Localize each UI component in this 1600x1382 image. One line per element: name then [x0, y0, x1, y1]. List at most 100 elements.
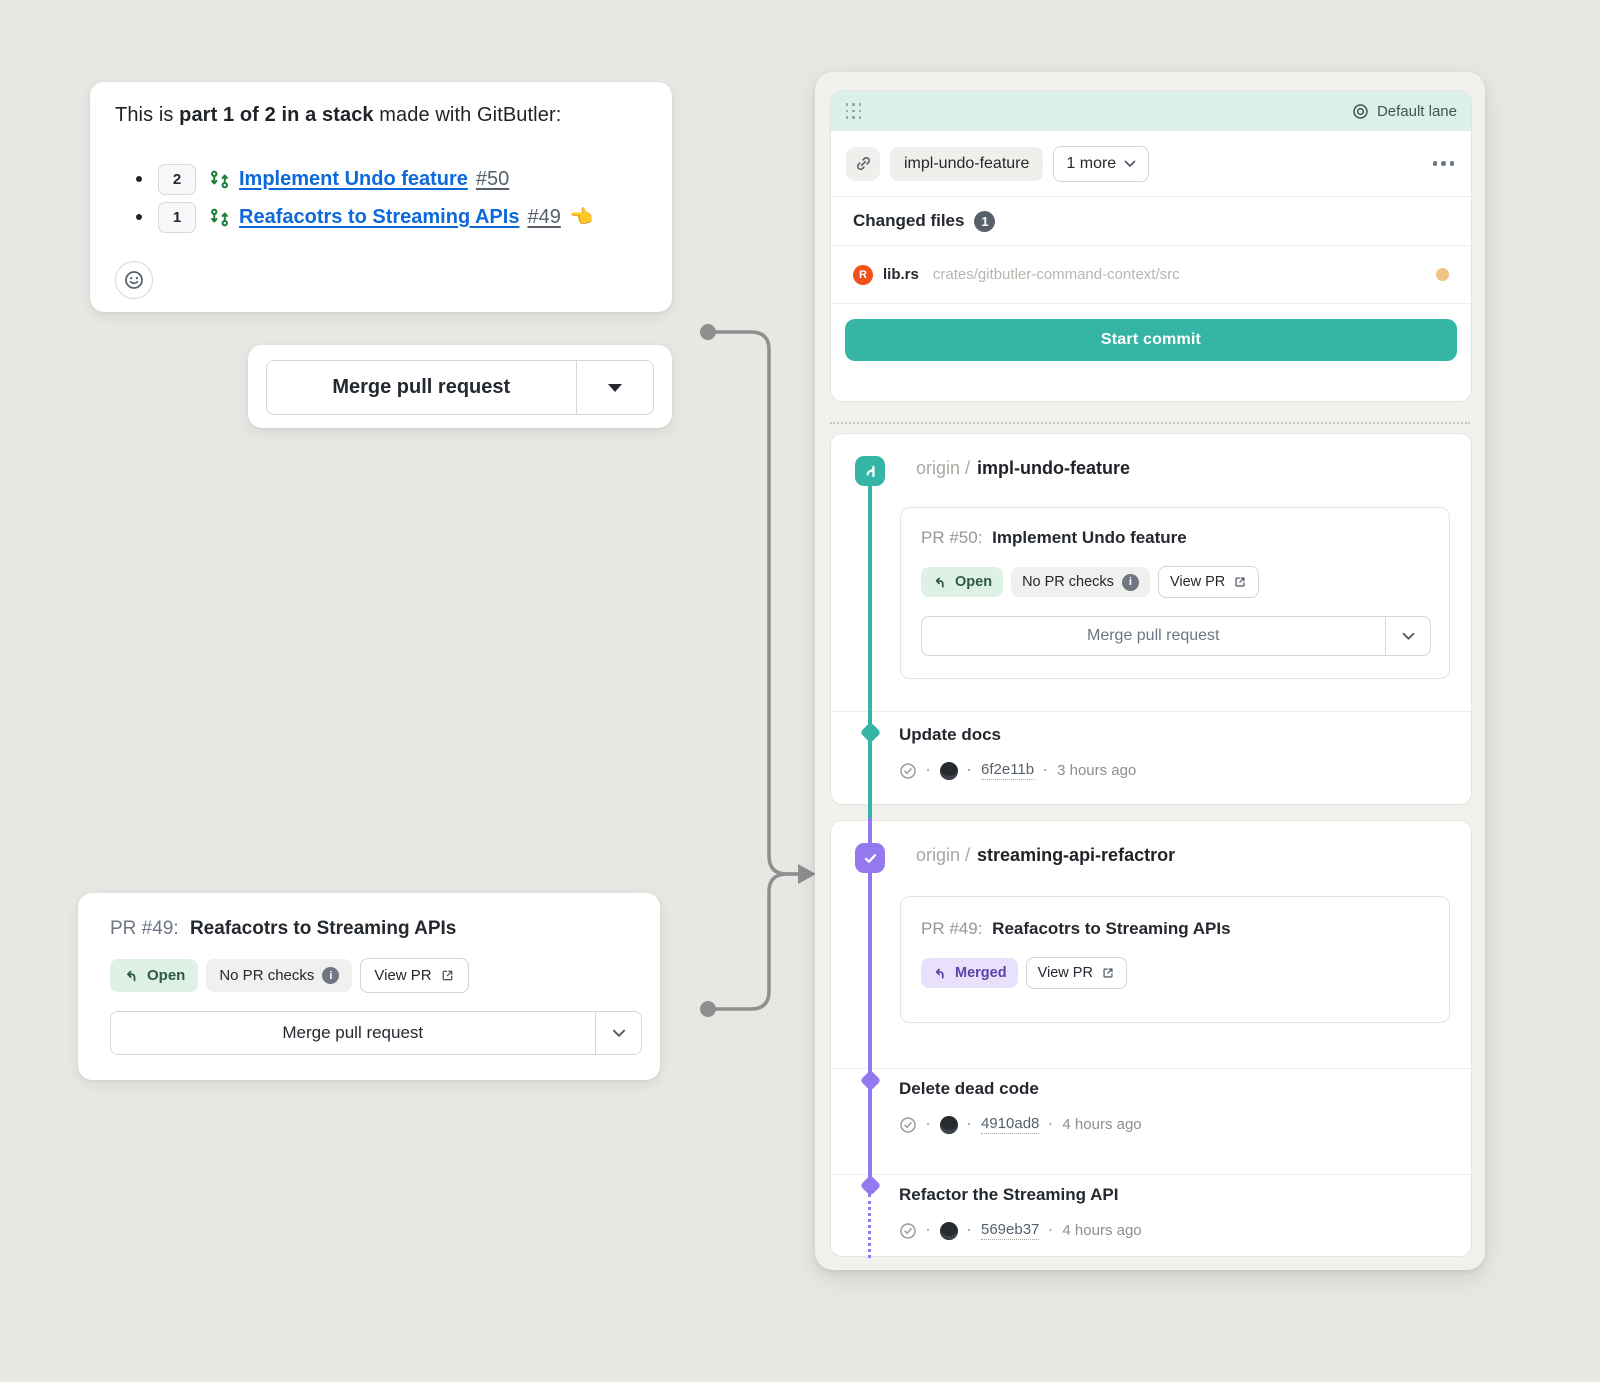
- view-pr-button[interactable]: View PR: [360, 958, 468, 993]
- merge-pull-request-split-button[interactable]: Merge pull request: [266, 360, 654, 415]
- branch-selector-row: impl-undo-feature 1 more: [831, 131, 1471, 197]
- branch-header: origin / streaming-api-refactror: [916, 845, 1175, 866]
- dotted-separator: [830, 422, 1470, 424]
- merged-badge-label: Merged: [955, 965, 1007, 981]
- branch-card-streaming-api-refactror: origin / streaming-api-refactror PR #49:…: [830, 820, 1472, 1257]
- status-badge-open: Open: [110, 959, 198, 992]
- merge-options-dropdown[interactable]: [577, 361, 653, 414]
- drag-handle[interactable]: [845, 103, 862, 120]
- pr-badges-row: Open No PR checks View PR: [110, 958, 469, 993]
- merge-options-dropdown[interactable]: [596, 1012, 641, 1054]
- external-link-icon: [1233, 575, 1247, 589]
- dot-separator: [926, 1222, 931, 1239]
- pointer-left-emoji: 👈: [570, 205, 594, 229]
- timeline-line-teal: [868, 470, 872, 818]
- dot-separator: [967, 762, 972, 779]
- info-icon: [1122, 574, 1139, 591]
- view-pr-button[interactable]: View PR: [1026, 957, 1127, 989]
- more-branches-dropdown[interactable]: 1 more: [1053, 146, 1149, 182]
- pr-card-title: PR #49: Reafacotrs to Streaming APIs: [110, 918, 456, 940]
- pr-50-inner-card: PR #50: Implement Undo feature Open No P…: [900, 507, 1450, 679]
- checks-badge-label: No PR checks: [219, 967, 314, 984]
- status-badge-checks: No PR checks: [206, 959, 352, 992]
- chevron-down-icon: [1124, 160, 1136, 168]
- pr-number-50[interactable]: #50: [476, 168, 509, 191]
- row-divider: [831, 711, 1471, 712]
- stack-list-item: 1 Reafacotrs to Streaming APIs #49 👈: [114, 200, 594, 234]
- bullet-dot: [136, 214, 142, 220]
- check-circle-icon: [899, 762, 917, 780]
- pr-title: Implement Undo feature: [992, 528, 1187, 547]
- commit-hash-link[interactable]: 569eb37: [981, 1221, 1039, 1240]
- pr-link-49[interactable]: Reafacotrs to Streaming APIs: [239, 206, 519, 229]
- more-options-button[interactable]: [1431, 155, 1457, 172]
- chain-link-icon[interactable]: [846, 147, 880, 181]
- stack-list-item: 2 Implement Undo feature #50: [114, 162, 518, 196]
- caret-down-icon: [608, 384, 622, 392]
- pr-number-label: PR #50:: [921, 528, 982, 547]
- remote-label: origin /: [916, 845, 970, 866]
- stack-position-badge: 1: [158, 202, 196, 233]
- row-divider: [831, 1068, 1471, 1069]
- status-badge-checks: No PR checks: [1011, 567, 1150, 597]
- branch-card-impl-undo-feature: origin / impl-undo-feature PR #50: Imple…: [830, 433, 1472, 805]
- merge-pull-request-split-button[interactable]: Merge pull request: [110, 1011, 642, 1055]
- row-divider: [831, 1174, 1471, 1175]
- merge-pull-request-button[interactable]: Merge pull request: [922, 617, 1385, 655]
- lane-header-right: Default lane: [1352, 103, 1457, 120]
- merge-button-label: Merge pull request: [332, 376, 510, 399]
- changed-files-label: Changed files: [853, 211, 964, 231]
- merge-popup-card: Merge pull request: [248, 345, 672, 428]
- connector-arrowhead: [798, 864, 816, 884]
- commit-time: 4 hours ago: [1062, 1222, 1141, 1239]
- view-pr-label: View PR: [374, 967, 431, 984]
- pr-link-50[interactable]: Implement Undo feature: [239, 168, 468, 191]
- author-avatar: [940, 1116, 958, 1134]
- target-icon: [1352, 103, 1369, 120]
- file-name: lib.rs: [883, 266, 919, 283]
- pr-card-title: PR #49: Reafacotrs to Streaming APIs: [921, 919, 1231, 939]
- merge-options-dropdown[interactable]: [1386, 617, 1430, 655]
- lane-name-label: Default lane: [1377, 103, 1457, 120]
- view-pr-label: View PR: [1038, 965, 1093, 981]
- stack-comment-text: This is part 1 of 2 in a stack made with…: [115, 104, 561, 127]
- gitbutler-stack-overview: This is part 1 of 2 in a stack made with…: [0, 0, 1600, 1382]
- stacked-pr-icon: [209, 169, 230, 190]
- pr-merged-icon: [932, 966, 947, 981]
- branch-name: impl-undo-feature: [977, 458, 1130, 479]
- remote-label: origin /: [916, 458, 970, 479]
- view-pr-label: View PR: [1170, 574, 1225, 590]
- merge-pull-request-button[interactable]: Merge pull request: [267, 361, 576, 414]
- pr-card-title: PR #50: Implement Undo feature: [921, 528, 1187, 548]
- merge-pull-request-split-button[interactable]: Merge pull request: [921, 616, 1431, 656]
- dot-separator: [1048, 1116, 1053, 1133]
- commit-meta-row: 4910ad8 4 hours ago: [899, 1115, 1142, 1134]
- add-reaction-button[interactable]: [115, 261, 153, 299]
- author-avatar: [940, 1222, 958, 1240]
- merge-pull-request-button[interactable]: Merge pull request: [111, 1012, 595, 1054]
- start-commit-button[interactable]: Start commit: [845, 319, 1457, 361]
- commit-hash-link[interactable]: 4910ad8: [981, 1115, 1039, 1134]
- branch-name: streaming-api-refactror: [977, 845, 1175, 866]
- chevron-down-icon: [1402, 632, 1415, 641]
- branch-name-pill[interactable]: impl-undo-feature: [890, 147, 1043, 181]
- pr-badges-row: Open No PR checks View PR: [921, 566, 1259, 598]
- remote-branch-icon: [855, 456, 885, 486]
- changed-file-row[interactable]: lib.rs crates/gitbutler-command-context/…: [831, 245, 1471, 304]
- view-pr-button[interactable]: View PR: [1158, 566, 1259, 598]
- merge-button-label: Merge pull request: [282, 1023, 423, 1043]
- open-badge-label: Open: [955, 574, 992, 590]
- smiley-icon: [124, 270, 144, 290]
- branch-header: origin / impl-undo-feature: [916, 458, 1130, 479]
- pr-number-49[interactable]: #49: [527, 206, 560, 229]
- commit-hash-link[interactable]: 6f2e11b: [981, 761, 1034, 780]
- changed-files-header: Changed files 1: [831, 197, 1471, 245]
- dot-separator: [926, 1116, 931, 1133]
- open-badge-label: Open: [147, 967, 185, 984]
- external-link-icon: [1101, 966, 1115, 980]
- dot-separator: [1043, 762, 1048, 779]
- start-commit-area: Start commit: [831, 304, 1471, 361]
- author-avatar: [940, 762, 958, 780]
- commit-time: 4 hours ago: [1062, 1116, 1141, 1133]
- commit-title: Delete dead code: [899, 1079, 1039, 1099]
